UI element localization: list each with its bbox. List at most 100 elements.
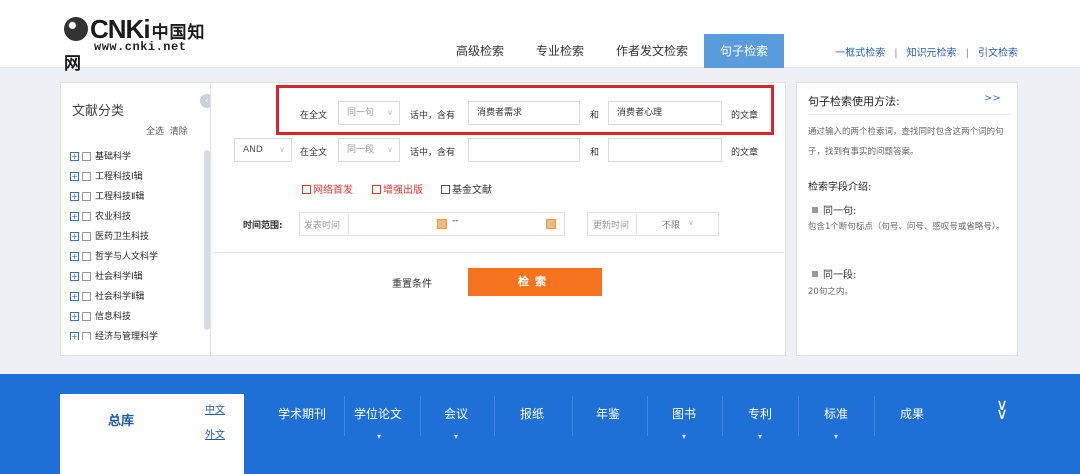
clear-link[interactable]: 清除 [170,127,188,137]
nav-theses[interactable]: 学位论文 [354,405,402,422]
category-item[interactable]: + 信息科技 [70,310,131,324]
chevron-down-icon: ∨ [279,145,285,154]
square-bullet-icon [812,271,818,277]
time-range-label: 时间范围: [243,221,283,231]
expand-more-icon[interactable]: ∨ ∨ [992,397,1012,422]
publish-date-label: 发表时间 [304,221,341,231]
checkbox[interactable] [372,185,381,194]
checkbox[interactable] [82,172,91,181]
nav-achievements[interactable]: 成果 [900,405,924,422]
nav-separator [874,396,875,436]
category-item[interactable]: + 社会科学Ⅱ辑 [70,290,144,304]
tab-sentence[interactable]: 句子检索 [704,34,784,68]
select-all-link[interactable]: 全选 [146,127,164,137]
nav-standards[interactable]: 标准 [824,405,848,422]
category-item[interactable]: + 工程科技Ⅱ辑 [70,190,144,204]
checkbox-enhanced[interactable]: 增强出版 [372,181,423,196]
divider [636,214,637,234]
checkbox-online-first[interactable]: 网络首发 [302,181,353,196]
expand-icon[interactable]: + [70,292,79,301]
expand-icon[interactable]: + [70,332,79,340]
category-actions: 全选 清除 [146,124,188,137]
chevron-down-icon[interactable]: ▾ [682,432,686,441]
help-more-link[interactable]: >> [984,93,1001,104]
expand-icon[interactable]: + [70,312,79,321]
chevron-down-icon[interactable]: ▾ [758,432,762,441]
nav-separator [572,396,573,436]
date-dash: -- [452,216,459,226]
cnki-logo[interactable]: CNKi 中国知网 www.cnki.net [64,14,214,74]
checkbox-fund[interactable]: 基金文献 [441,181,492,196]
help-paragraph-desc: 20句之内。 [808,287,853,297]
search-button[interactable]: 检索 [468,268,602,296]
chevron-down-icon: ∨ [688,218,694,227]
all-database-label: 总库 [108,414,135,429]
tab-author[interactable]: 作者发文检索 [608,34,696,68]
lang-chinese-link[interactable]: 中文 [205,401,225,416]
logic-select[interactable]: AND ∨ [234,138,292,162]
expand-icon[interactable]: + [70,172,79,181]
calendar-icon[interactable] [437,219,447,229]
nav-patents[interactable]: 专利 [748,405,772,422]
category-item[interactable]: + 社会科学Ⅰ辑 [70,270,143,284]
checkbox[interactable] [441,185,450,194]
reset-button[interactable]: 重置条件 [392,275,432,290]
highlight-box [276,85,774,135]
checkbox[interactable] [82,312,91,321]
row2-contains: 话中，含有 [410,148,456,158]
nav-separator [420,396,421,436]
checkbox[interactable] [82,292,91,301]
nav-yearbooks[interactable]: 年鉴 [596,405,620,422]
checkbox[interactable] [82,252,91,261]
checkbox[interactable] [82,272,91,281]
help-fields-title: 检索字段介绍: [808,182,872,193]
category-item[interactable]: + 经济与管理科学 [70,330,158,340]
expand-icon[interactable]: + [70,252,79,261]
checkbox[interactable] [302,185,311,194]
link-one-box[interactable]: 一框式检索 [835,48,885,59]
row2-unit-select[interactable]: 同一段 ∨ [338,138,400,162]
chevron-down-icon[interactable]: ▾ [834,432,838,441]
category-title: 文献分类 [72,104,125,119]
chevron-down-icon[interactable]: ▾ [377,432,381,441]
update-time-value: 不限 [662,221,681,231]
chevron-down-icon[interactable]: ▾ [454,432,458,441]
nav-journals[interactable]: 学术期刊 [278,405,326,422]
expand-icon[interactable]: + [70,232,79,241]
nav-separator [722,396,723,436]
nav-separator [494,396,495,436]
nav-separator [798,396,799,436]
header: CNKi 中国知网 www.cnki.net 高级检索 专业检索 作者发文检索 句… [0,0,1080,74]
tab-professional[interactable]: 专业检索 [526,34,594,68]
tab-advanced[interactable]: 高级检索 [444,34,516,68]
globe-icon [64,17,88,41]
nav-newspapers[interactable]: 报纸 [520,405,544,422]
nav-conferences[interactable]: 会议 [444,405,468,422]
category-item[interactable]: + 工程科技Ⅰ辑 [70,170,143,184]
nav-books[interactable]: 图书 [672,405,696,422]
link-knowledge[interactable]: 知识元检索 [907,48,957,59]
checkbox[interactable] [82,212,91,221]
lang-foreign-link[interactable]: 外文 [205,426,225,441]
category-item[interactable]: + 哲学与人文科学 [70,250,158,264]
checkbox[interactable] [82,232,91,241]
end-date-input[interactable] [462,213,544,237]
expand-icon[interactable]: + [70,192,79,201]
category-item[interactable]: + 基础科学 [70,150,131,164]
calendar-icon[interactable] [546,219,556,229]
row2-term1-input[interactable] [468,138,580,162]
expand-icon[interactable]: + [70,152,79,161]
checkbox[interactable] [82,332,91,340]
category-item[interactable]: + 医药卫生科技 [70,230,149,244]
link-citation[interactable]: 引文检索 [978,48,1018,59]
checkbox[interactable] [82,152,91,161]
top-links: 一框式检索 | 知识元检索 | 引文检索 [835,48,1018,59]
checkbox[interactable] [82,192,91,201]
category-item[interactable]: + 农业科技 [70,210,131,224]
expand-icon[interactable]: + [70,212,79,221]
start-date-input[interactable] [350,213,450,237]
help-sentence-title: 同一句: [812,202,856,217]
row2-term2-input[interactable] [608,138,722,162]
expand-icon[interactable]: + [70,272,79,281]
row2-and: 和 [590,148,600,158]
